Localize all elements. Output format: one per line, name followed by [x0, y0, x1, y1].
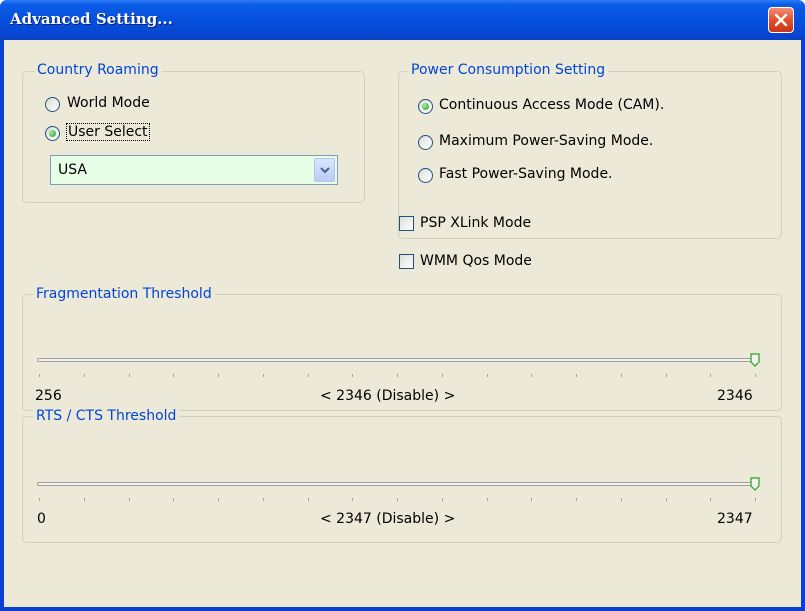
slider-tick — [441, 498, 443, 501]
slider-tick — [620, 374, 622, 377]
fragmentation-min-label: 256 — [35, 388, 62, 404]
slider-tick — [128, 498, 130, 501]
chevron-down-icon — [320, 167, 330, 174]
slider-tick — [39, 374, 40, 377]
slider-tick — [710, 374, 712, 377]
slider-tick — [531, 374, 533, 377]
wmm-qos-label[interactable]: WMM Qos Mode — [420, 253, 532, 269]
wmm-qos-checkbox[interactable] — [399, 254, 414, 269]
slider-tick — [262, 374, 264, 377]
slider-tick — [39, 498, 40, 501]
slider-tick — [397, 374, 398, 377]
window-title: Advanced Setting... — [10, 10, 173, 28]
fragmentation-slider-track[interactable] — [37, 358, 758, 362]
user-select-label[interactable]: User Select — [66, 123, 150, 141]
title-bar[interactable]: Advanced Setting... — [0, 0, 805, 40]
max-power-saving-radio[interactable] — [418, 135, 433, 150]
slider-tick — [755, 374, 756, 377]
fast-power-saving-radio[interactable] — [418, 168, 433, 183]
slider-tick — [710, 498, 712, 501]
world-mode-label[interactable]: World Mode — [67, 95, 150, 111]
psp-xlink-checkbox[interactable] — [399, 216, 414, 231]
slider-tick — [397, 498, 398, 501]
slider-tick — [83, 498, 85, 501]
rts-cts-value-label: < 2347 (Disable) > — [320, 511, 456, 527]
rts-cts-max-label: 2347 — [717, 511, 753, 527]
country-dropdown-button[interactable] — [314, 158, 335, 182]
dialog-client-area: Country Roaming World Mode User Select U… — [4, 40, 801, 607]
slider-thumb-icon[interactable] — [750, 477, 760, 491]
slider-tick — [576, 374, 577, 377]
advanced-setting-window: Advanced Setting... Country Roaming Worl… — [0, 0, 805, 611]
slider-tick — [173, 374, 175, 377]
radio-selected-dot — [422, 103, 429, 110]
slider-tick — [307, 498, 309, 501]
rts-cts-slider-track[interactable] — [37, 482, 758, 486]
rts-cts-threshold-legend: RTS / CTS Threshold — [33, 408, 180, 424]
cam-mode-label[interactable]: Continuous Access Mode (CAM). — [439, 97, 664, 113]
fragmentation-value-label: < 2346 (Disable) > — [320, 388, 456, 404]
cam-mode-radio[interactable] — [418, 99, 433, 114]
fragmentation-max-label: 2346 — [717, 388, 753, 404]
fast-power-saving-label[interactable]: Fast Power-Saving Mode. — [439, 166, 613, 182]
world-mode-radio[interactable] — [45, 97, 60, 112]
slider-thumb-icon[interactable] — [750, 353, 760, 367]
slider-tick — [531, 498, 533, 501]
psp-xlink-label[interactable]: PSP XLink Mode — [420, 215, 531, 231]
rts-cts-min-label: 0 — [37, 511, 46, 527]
slider-tick — [486, 374, 488, 377]
user-select-radio[interactable] — [45, 126, 60, 141]
slider-tick — [665, 498, 667, 501]
country-select-value: USA — [58, 162, 87, 178]
slider-tick — [83, 374, 85, 377]
country-select[interactable]: USA — [50, 155, 338, 185]
slider-tick — [128, 374, 130, 377]
slider-tick — [576, 498, 577, 501]
close-icon — [774, 13, 788, 27]
slider-tick — [352, 374, 354, 377]
slider-tick — [486, 498, 488, 501]
slider-tick — [352, 498, 354, 501]
slider-tick — [218, 374, 219, 377]
country-roaming-legend: Country Roaming — [34, 62, 162, 78]
slider-tick — [307, 374, 309, 377]
power-consumption-legend: Power Consumption Setting — [408, 62, 609, 78]
slider-tick — [620, 498, 622, 501]
fragmentation-threshold-legend: Fragmentation Threshold — [33, 286, 215, 302]
slider-tick — [262, 498, 264, 501]
max-power-saving-label[interactable]: Maximum Power-Saving Mode. — [439, 133, 653, 149]
slider-tick — [755, 498, 756, 501]
slider-tick — [441, 374, 443, 377]
slider-tick — [218, 498, 219, 501]
close-button[interactable] — [768, 7, 794, 33]
slider-tick — [173, 498, 175, 501]
radio-selected-dot — [49, 130, 56, 137]
slider-tick — [665, 374, 667, 377]
